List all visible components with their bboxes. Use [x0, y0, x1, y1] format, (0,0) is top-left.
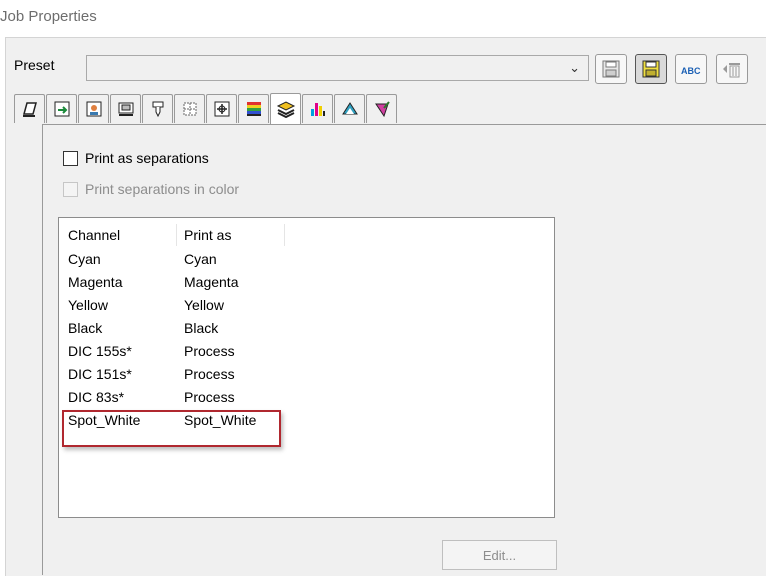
channel-name[interactable]: Magenta: [68, 274, 122, 290]
channel-name[interactable]: DIC 83s*: [68, 389, 124, 405]
channel-name[interactable]: DIC 151s*: [68, 366, 132, 382]
edit-button[interactable]: Edit...: [442, 540, 557, 570]
channel-name[interactable]: Yellow: [68, 297, 108, 313]
marks-tab-icon: [214, 101, 229, 117]
save-preset-icon: [602, 60, 620, 78]
nozzle-tab-icon: [152, 101, 163, 118]
column-separator: [284, 224, 285, 246]
color-bars-tab-icon: [246, 102, 261, 116]
preset-label: Preset: [14, 57, 55, 73]
tab-color-edit[interactable]: [366, 94, 397, 123]
print-separations-in-color-checkbox[interactable]: [63, 182, 78, 197]
tab-layout[interactable]: [46, 94, 77, 123]
rename-icon-text: ABC: [681, 66, 701, 76]
channel-print-as[interactable]: Black: [184, 320, 218, 336]
color-edit-tab-icon: [374, 101, 390, 118]
tab-grid[interactable]: [174, 94, 205, 123]
print-as-separations-checkbox[interactable]: [63, 151, 78, 166]
image-tab-icon: [86, 101, 101, 117]
tab-color-channels[interactable]: [302, 94, 333, 123]
channel-print-as[interactable]: Process: [184, 389, 235, 405]
column-header-print-as[interactable]: Print as: [184, 227, 231, 243]
spot-white-highlight: [62, 410, 281, 447]
profile-tab-icon: [341, 102, 358, 115]
tab-separations[interactable]: [270, 93, 301, 124]
column-header-channel[interactable]: Channel: [68, 227, 120, 243]
column-separator: [176, 224, 177, 246]
channel-name[interactable]: DIC 155s*: [68, 343, 132, 359]
printer-tab-icon: [118, 102, 133, 116]
tab-media[interactable]: [14, 94, 45, 123]
delete-preset-icon: [723, 63, 740, 78]
channel-print-as[interactable]: Process: [184, 343, 235, 359]
layout-tab-icon: [54, 101, 69, 117]
rename-preset-button[interactable]: ABC: [675, 54, 707, 84]
preset-dropdown[interactable]: ⌄: [86, 55, 589, 81]
tab-image[interactable]: [78, 94, 109, 123]
tab-profile[interactable]: [334, 94, 365, 123]
rename-preset-icon: ABC: [681, 66, 701, 76]
print-as-separations-label: Print as separations: [85, 150, 209, 166]
chevron-down-icon: ⌄: [569, 60, 580, 75]
tab-printer[interactable]: [110, 94, 141, 123]
tab-marks[interactable]: [206, 94, 237, 123]
grid-tab-icon: [183, 102, 196, 116]
channel-print-as[interactable]: Cyan: [184, 251, 217, 267]
save-preset-button[interactable]: [595, 54, 627, 84]
property-tabs: [14, 93, 766, 124]
color-channels-tab-icon: [310, 103, 325, 116]
tab-nozzle[interactable]: [142, 94, 173, 123]
save-as-preset-icon: [642, 60, 660, 78]
channel-name[interactable]: Cyan: [68, 251, 101, 267]
channel-print-as[interactable]: Process: [184, 366, 235, 382]
delete-preset-button[interactable]: [716, 54, 748, 84]
save-as-preset-button[interactable]: [635, 54, 667, 84]
channel-print-as[interactable]: Magenta: [184, 274, 238, 290]
channel-print-as[interactable]: Yellow: [184, 297, 224, 313]
channel-list[interactable]: Channel Print as Cyan Cyan Magenta Magen…: [58, 217, 555, 518]
media-tab-icon: [22, 102, 37, 117]
tab-color-bars[interactable]: [238, 94, 269, 123]
channel-name[interactable]: Black: [68, 320, 102, 336]
separations-tab-icon: [276, 101, 295, 118]
window-title: Job Properties: [0, 8, 97, 25]
print-separations-in-color-label: Print separations in color: [85, 181, 240, 197]
